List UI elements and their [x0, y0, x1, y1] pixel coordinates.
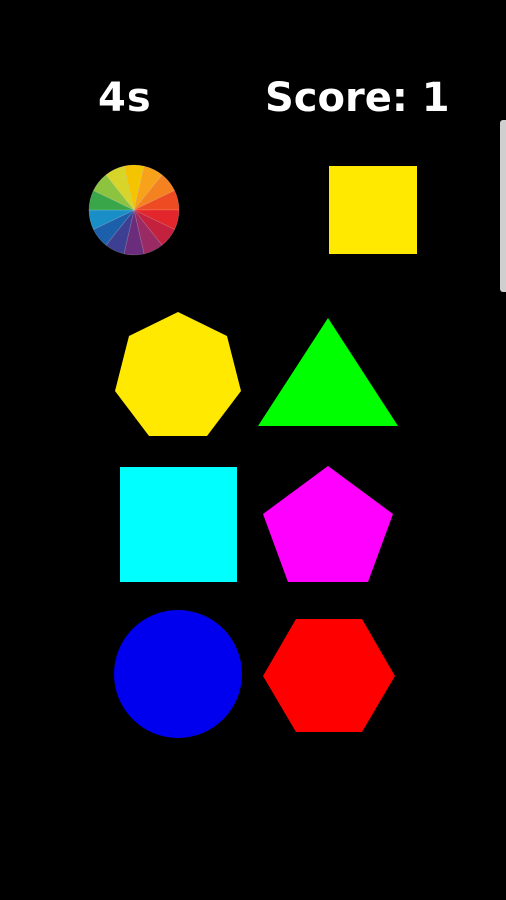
magenta-pentagon-icon	[263, 466, 393, 582]
color-wheel-icon	[88, 164, 180, 256]
option-magenta-pentagon[interactable]	[263, 466, 393, 584]
target-shape	[329, 166, 417, 254]
scrollbar-handle[interactable]	[500, 120, 506, 292]
target-square-icon	[329, 166, 417, 254]
cyan-square-icon	[120, 467, 237, 582]
green-triangle-icon	[258, 318, 398, 426]
option-blue-circle[interactable]	[113, 609, 243, 739]
score-label: Score:	[265, 75, 408, 121]
option-yellow-heptagon[interactable]	[113, 312, 243, 438]
option-red-hexagon[interactable]	[263, 619, 395, 733]
score-value: 1	[421, 75, 450, 121]
blue-circle-icon	[114, 610, 242, 738]
red-hexagon-icon	[263, 619, 395, 732]
option-green-triangle[interactable]	[258, 318, 398, 428]
option-cyan-square[interactable]	[120, 467, 237, 582]
yellow-heptagon-icon	[115, 312, 241, 436]
score-display: Score: 1	[265, 74, 450, 122]
timer-display: 4s	[98, 75, 152, 121]
